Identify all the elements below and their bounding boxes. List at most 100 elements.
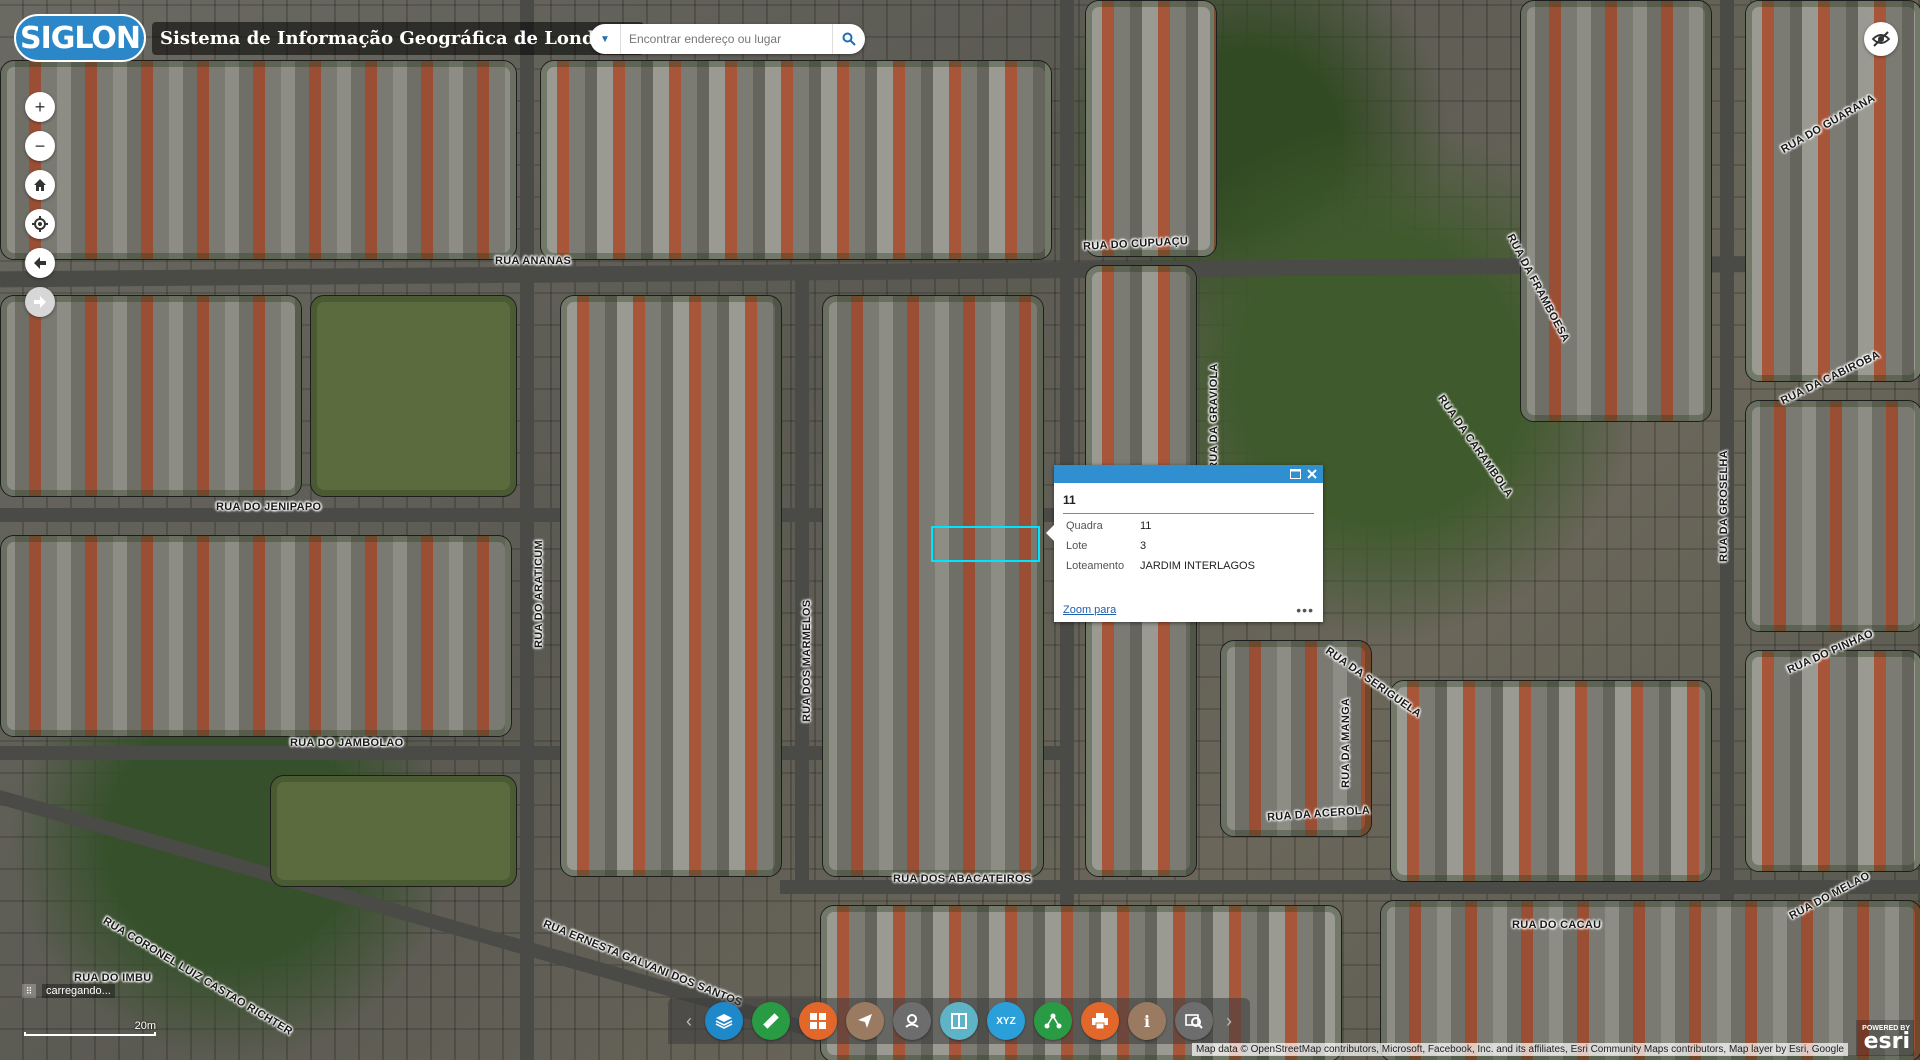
road (520, 0, 534, 1060)
selected-parcel-highlight[interactable] (931, 526, 1040, 562)
map-attribution: Map data © OpenStreetMap contributors, M… (1191, 1043, 1848, 1056)
city-block (310, 295, 517, 497)
more-options-button[interactable]: ••• (1296, 603, 1314, 617)
city-block (0, 60, 517, 260)
scale-line (24, 1032, 156, 1036)
street-label: RUA DO CACAU (1512, 919, 1602, 931)
city-block (1390, 680, 1712, 882)
toolbar-next-arrow[interactable]: › (1222, 1011, 1236, 1032)
attribute-row: Loteamento JARDIM INTERLAGOS (1066, 560, 1314, 572)
street-label: RUA DA CARAMBOLA (1435, 393, 1515, 500)
search-button[interactable] (832, 24, 865, 54)
attribute-key: Lote (1066, 540, 1088, 552)
city-block (560, 295, 782, 877)
arrow-left-icon (34, 257, 46, 269)
city-block (822, 295, 1044, 877)
street-label: RUA DOS MARMELOS (801, 599, 813, 722)
share-icon (1044, 1013, 1062, 1029)
about-button[interactable]: i (1128, 1002, 1166, 1040)
locate-button[interactable] (25, 209, 55, 239)
attribute-value: 11 (1140, 520, 1152, 532)
street-label: RUA DA MANGA (1340, 697, 1352, 788)
maximize-icon[interactable] (1290, 469, 1301, 479)
app-title: Sistema de Informação Geográfica de Lond… (152, 21, 644, 55)
popup-header (1054, 465, 1323, 483)
feature-popup: 11 Quadra 11 Lote 3 Loteamento JARDIM IN… (1046, 465, 1323, 622)
close-icon[interactable] (1307, 469, 1317, 479)
street-label: RUA DA GROSELHA (1718, 450, 1730, 562)
coordinate-button[interactable]: XYZ (987, 1002, 1025, 1040)
arrow-right-icon (34, 296, 46, 308)
attribute-value: 3 (1140, 540, 1147, 552)
zoom-out-button[interactable]: − (25, 131, 55, 161)
app-header: SIGLON Sistema de Informação Geográfica … (14, 14, 644, 62)
geolocate-button[interactable] (893, 1002, 931, 1040)
esri-logo[interactable]: POWERED BY esri (1856, 1020, 1914, 1056)
street-label: RUA DOS ABACATEIROS (893, 873, 1032, 885)
layers-button[interactable] (705, 1002, 743, 1040)
zoom-to-link[interactable]: Zoom para (1063, 604, 1116, 616)
query-icon (1185, 1014, 1203, 1029)
directions-button[interactable] (846, 1002, 884, 1040)
expand-icon[interactable]: ⠿ (22, 984, 36, 998)
city-block (1745, 400, 1920, 632)
caret-down-icon: ▼ (600, 33, 610, 45)
home-icon (34, 179, 46, 191)
swipe-button[interactable] (940, 1002, 978, 1040)
attribute-value: JARDIM INTERLAGOS (1140, 560, 1255, 572)
info-icon: i (1143, 1011, 1151, 1031)
coordinate-xyz-icon: XYZ (996, 1015, 1016, 1027)
share-button[interactable] (1034, 1002, 1072, 1040)
attribute-key: Loteamento (1066, 560, 1125, 572)
city-block (1745, 650, 1920, 872)
swipe-icon (951, 1013, 967, 1029)
toolbar-prev-arrow[interactable]: ‹ (682, 1011, 696, 1032)
search-icon (842, 32, 856, 46)
search-input[interactable] (621, 32, 832, 46)
query-button[interactable] (1175, 1002, 1213, 1040)
attribute-key: Quadra (1066, 520, 1103, 532)
home-button[interactable] (25, 170, 55, 200)
street-label: RUA DO JAMBOLAO (290, 737, 404, 749)
search-source-dropdown[interactable]: ▼ (590, 24, 621, 54)
city-block (1745, 0, 1920, 382)
popup-pointer (1046, 525, 1054, 541)
zoom-in-button[interactable]: + (25, 92, 55, 122)
measure-ruler-icon (763, 1013, 779, 1029)
toggle-visibility-button[interactable] (1864, 22, 1898, 56)
street-label: RUA DO ARATICUM (533, 540, 545, 648)
city-block (1520, 0, 1712, 422)
basemap-gallery-icon (810, 1013, 826, 1029)
next-extent-button[interactable] (25, 287, 55, 317)
print-icon (1092, 1013, 1108, 1030)
city-block (1380, 900, 1920, 1060)
map-view[interactable]: RUA ANANAS RUA DO CUPUAÇU RUA DO GUARANA… (0, 0, 1920, 1060)
print-button[interactable] (1081, 1002, 1119, 1040)
road (795, 280, 809, 880)
measure-button[interactable] (752, 1002, 790, 1040)
popup-title: 11 (1063, 493, 1314, 514)
city-block (540, 60, 1052, 260)
street-label: RUA DO JENIPAPO (216, 501, 322, 513)
eye-slash-icon (1871, 31, 1891, 47)
popup-footer: Zoom para ••• (1063, 603, 1314, 617)
scale-bar: 20m (24, 1020, 156, 1036)
basemap-gallery-button[interactable] (799, 1002, 837, 1040)
locate-icon (32, 216, 48, 232)
layers-icon (715, 1014, 733, 1029)
plus-icon: + (34, 96, 46, 117)
city-block (0, 295, 302, 497)
attribute-row: Lote 3 (1066, 540, 1314, 552)
search-widget: ▼ (590, 24, 865, 54)
attribute-row: Quadra 11 (1066, 520, 1314, 532)
loading-text: carregando... (42, 984, 115, 998)
city-block (1085, 0, 1217, 257)
scale-label: 20m (134, 1020, 156, 1032)
widget-toolbar: ‹ XYZ i › (668, 998, 1250, 1044)
city-block (270, 775, 517, 887)
esri-brand-text: esri (1863, 1028, 1910, 1054)
previous-extent-button[interactable] (25, 248, 55, 278)
street-label: RUA ANANAS (495, 255, 572, 267)
city-block (0, 535, 512, 737)
siglon-logo[interactable]: SIGLON (14, 14, 146, 62)
